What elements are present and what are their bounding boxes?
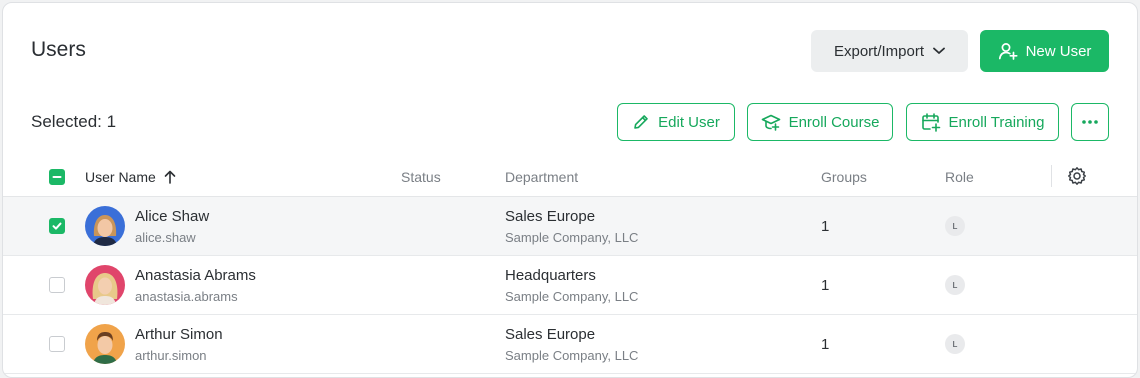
export-import-button[interactable]: Export/Import [811, 30, 968, 72]
pencil-icon [634, 115, 648, 129]
users-card: Users Export/Import New User Selected: 1… [2, 2, 1138, 378]
gear-icon[interactable] [1067, 166, 1087, 186]
user-company: Sample Company, LLC [505, 289, 639, 304]
user-login: alice.shaw [135, 230, 196, 245]
user-company: Sample Company, LLC [505, 348, 639, 363]
column-department[interactable]: Department [505, 169, 578, 185]
export-import-label: Export/Import [833, 42, 925, 60]
user-login: arthur.simon [135, 348, 207, 363]
check-icon [52, 222, 62, 230]
avatar [85, 324, 125, 364]
user-department: Headquarters [505, 267, 596, 284]
user-company: Sample Company, LLC [505, 230, 639, 245]
enroll-training-label: Enroll Training [948, 113, 1045, 131]
column-username-label: User Name [85, 169, 156, 185]
row-checkbox[interactable] [49, 277, 65, 293]
calendar-add-icon [921, 113, 940, 132]
row-checkbox[interactable] [49, 218, 65, 234]
user-groups: 1 [821, 277, 830, 294]
role-badge: L [945, 216, 965, 236]
enroll-course-button[interactable]: Enroll Course [747, 103, 893, 141]
enroll-training-button[interactable]: Enroll Training [906, 103, 1059, 141]
column-groups[interactable]: Groups [821, 169, 867, 185]
user-login: anastasia.abrams [135, 289, 238, 304]
user-department: Sales Europe [505, 326, 596, 343]
edit-user-label: Edit User [658, 113, 720, 131]
row-checkbox[interactable] [49, 336, 65, 352]
sort-up-icon [164, 170, 176, 184]
select-all-checkbox[interactable] [49, 169, 65, 185]
user-groups: 1 [821, 218, 830, 235]
user-department: Sales Europe [505, 208, 596, 225]
avatar [85, 206, 125, 246]
column-username[interactable]: User Name [85, 169, 176, 185]
new-user-button[interactable]: New User [980, 30, 1109, 72]
header-divider [1051, 165, 1052, 187]
user-name[interactable]: Arthur Simon [135, 326, 223, 343]
page-title: Users [31, 38, 86, 61]
edit-user-button[interactable]: Edit User [617, 103, 735, 141]
table-row[interactable]: Arthur Simon arthur.simon Sales Europe S… [3, 315, 1137, 374]
column-role[interactable]: Role [945, 169, 974, 185]
chevron-down-icon [933, 47, 945, 54]
minus-icon [52, 176, 62, 178]
user-groups: 1 [821, 336, 830, 353]
new-user-label: New User [1025, 42, 1092, 60]
graduation-cap-icon [761, 114, 780, 131]
add-user-icon [998, 43, 1018, 60]
table-row[interactable]: Anastasia Abrams anastasia.abrams Headqu… [3, 256, 1137, 315]
table-header: User Name Status Department Groups Role [3, 157, 1137, 197]
user-name[interactable]: Alice Shaw [135, 208, 209, 225]
more-actions-button[interactable] [1071, 103, 1109, 141]
selected-count: Selected: 1 [31, 112, 117, 131]
enroll-course-label: Enroll Course [788, 113, 880, 131]
column-status[interactable]: Status [401, 169, 441, 185]
user-name[interactable]: Anastasia Abrams [135, 267, 256, 284]
role-badge: L [945, 275, 965, 295]
table-row[interactable]: Alice Shaw alice.shaw Sales Europe Sampl… [3, 197, 1137, 256]
role-badge: L [945, 334, 965, 354]
avatar [85, 265, 125, 305]
more-icon [1082, 120, 1098, 124]
